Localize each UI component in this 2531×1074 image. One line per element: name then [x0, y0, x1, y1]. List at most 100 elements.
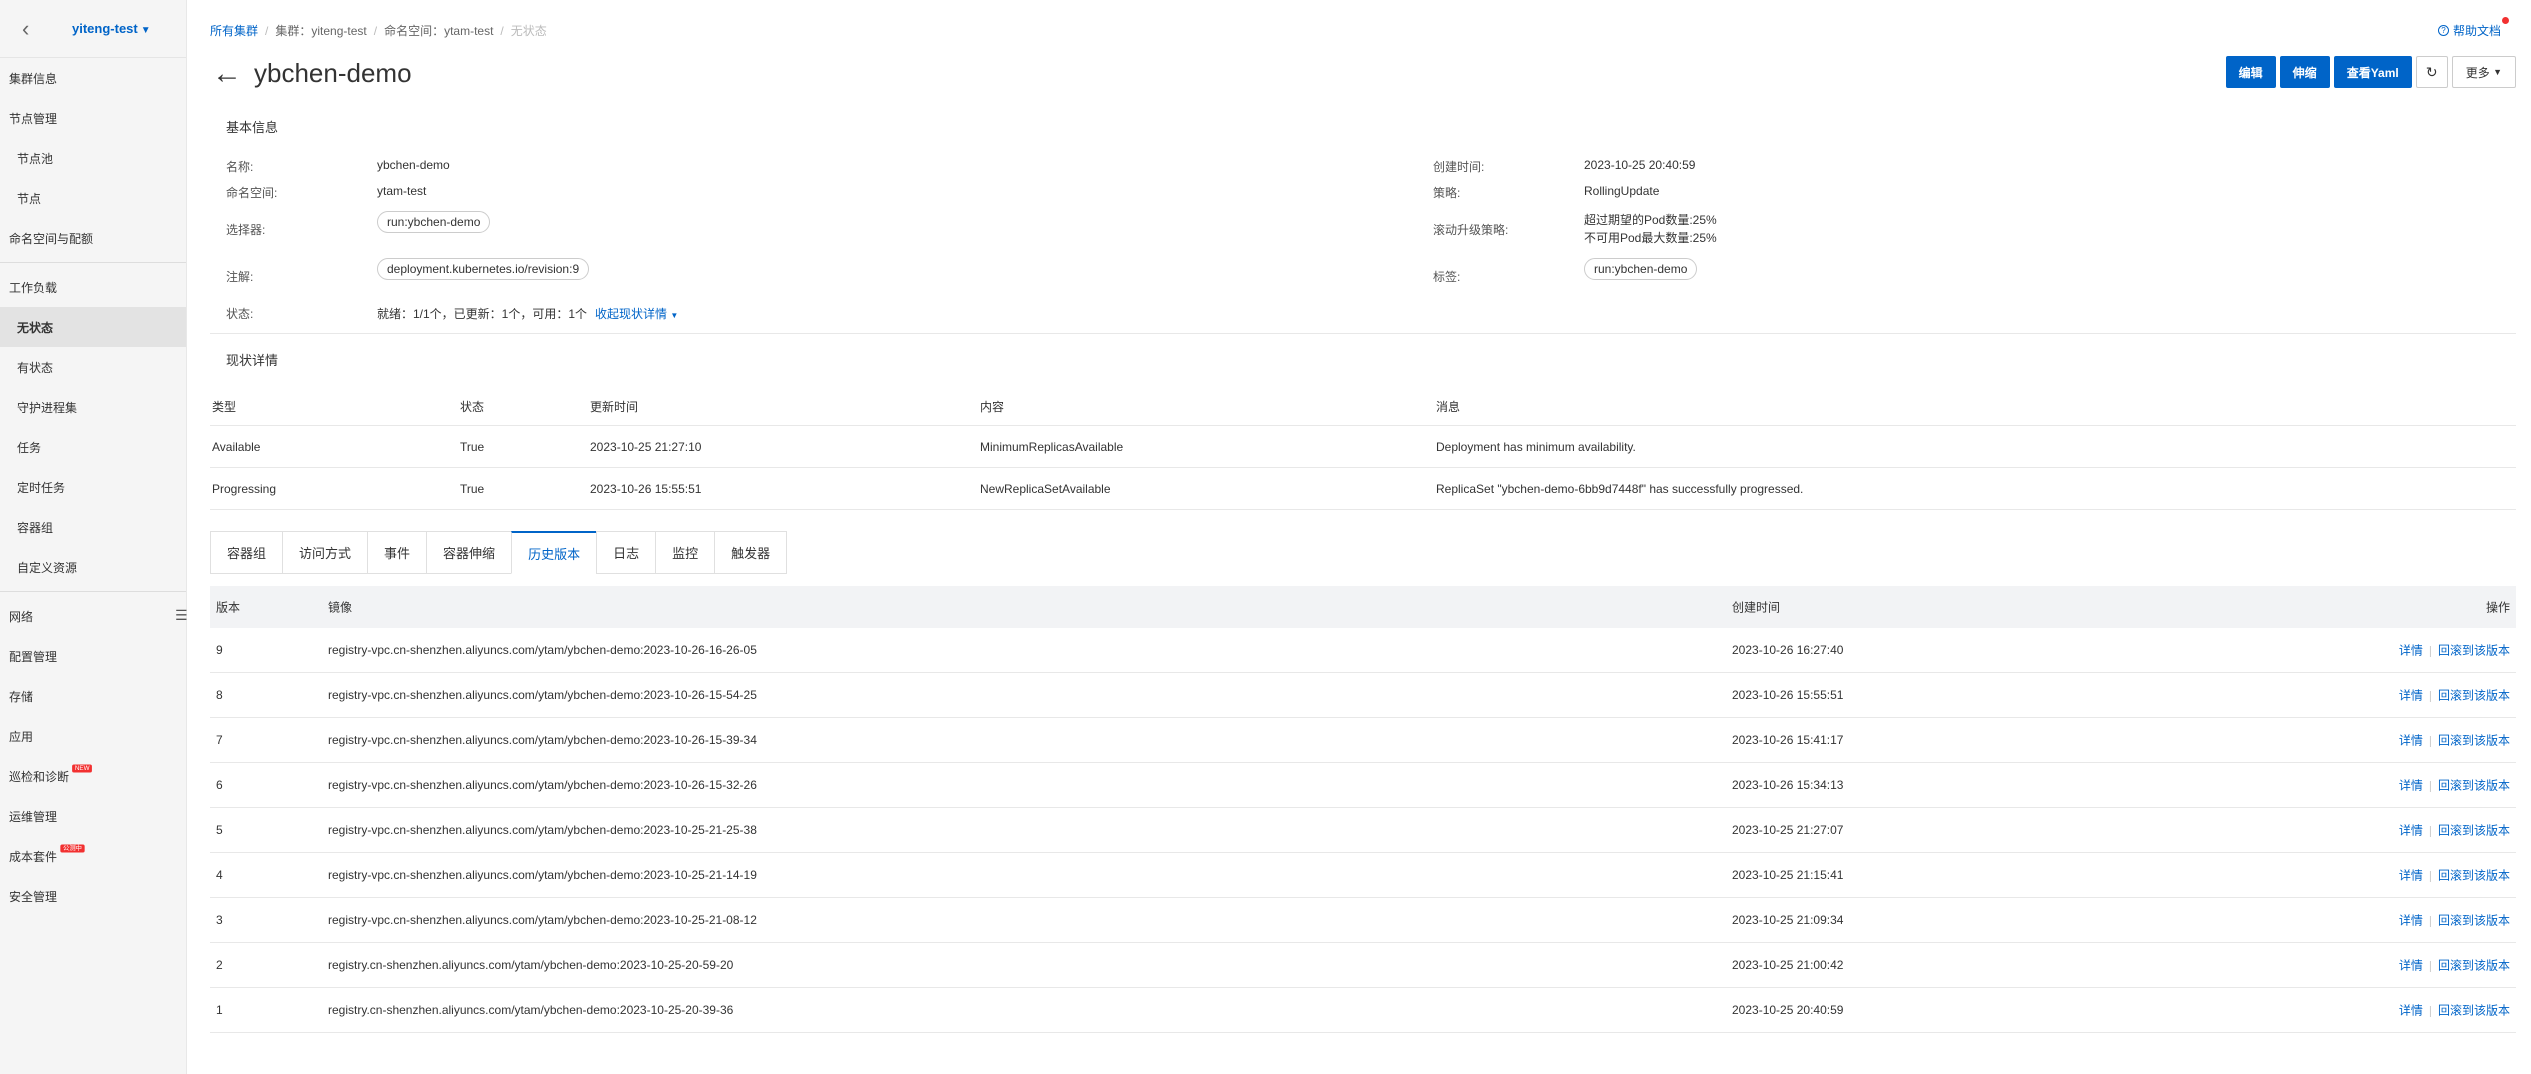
rollback-link[interactable]: 回滚到该版本 — [2438, 824, 2510, 838]
sidebar-item-label: 运维管理 — [9, 809, 58, 824]
sidebar-item[interactable]: 节点池 — [0, 138, 186, 178]
cluster-switcher[interactable]: yiteng-test ▼ — [72, 21, 151, 36]
help-doc-link[interactable]: ? 帮助文档 — [2437, 17, 2509, 39]
separator: | — [2428, 1003, 2432, 1018]
sidebar-item[interactable]: 网络 — [0, 596, 186, 636]
rollback-link[interactable]: 回滚到该版本 — [2438, 959, 2510, 973]
help-icon: ? — [2437, 25, 2449, 36]
rollback-link[interactable]: 回滚到该版本 — [2438, 779, 2510, 793]
refresh-icon[interactable]: ↻ — [2415, 56, 2448, 88]
sidebar-item[interactable]: 安全管理 — [0, 876, 186, 916]
name-value: ybchen-demo — [377, 158, 450, 172]
table-cell: 2023-10-25 21:09:34 — [1732, 913, 1844, 927]
sidebar-item[interactable]: 容器组 — [0, 507, 186, 547]
collapse-status-detail-link[interactable]: 收起现状详情 ▼ — [595, 307, 678, 321]
sidebar-item[interactable]: 节点 — [0, 178, 186, 218]
annotation-label: 注解: — [226, 270, 254, 284]
help-label: 帮助文档 — [2452, 24, 2501, 38]
breadcrumb-cluster[interactable]: 集群：yiteng-test — [275, 24, 366, 38]
sidebar-item[interactable]: 守护进程集 — [0, 387, 186, 427]
table-cell: True — [460, 481, 485, 496]
caret-down-icon: ▼ — [670, 311, 679, 320]
scale-button[interactable]: 伸缩 — [2279, 56, 2330, 88]
back-arrow-icon[interactable]: ← — [212, 58, 242, 89]
tab[interactable]: 触发器 — [714, 531, 788, 574]
sidebar-item[interactable]: 成本套件 公测中 — [0, 836, 186, 876]
rollback-link[interactable]: 回滚到该版本 — [2438, 734, 2510, 748]
detail-link[interactable]: 详情 — [2399, 689, 2423, 703]
table-cell: registry-vpc.cn-shenzhen.aliyuncs.com/yt… — [328, 823, 757, 837]
sidebar-item[interactable]: 存储 — [0, 676, 186, 716]
detail-link[interactable]: 详情 — [2399, 914, 2423, 928]
table-cell: 5 — [216, 823, 223, 837]
table-cell: MinimumReplicasAvailable — [980, 439, 1124, 454]
sidebar-item[interactable]: 有状态 — [0, 347, 186, 387]
sidebar-item[interactable]: 运维管理 — [0, 796, 186, 836]
detail-link[interactable]: 详情 — [2399, 959, 2423, 973]
sidebar-item[interactable]: 节点管理 — [0, 98, 186, 138]
sidebar-item[interactable]: 无状态 — [0, 307, 186, 347]
more-button[interactable]: 更多 ▼ — [2451, 56, 2516, 88]
sidebar-item-label: 配置管理 — [9, 649, 58, 664]
sidebar-item-label: 成本套件 — [9, 849, 58, 864]
tab[interactable]: 容器组 — [210, 531, 283, 574]
rollback-link[interactable]: 回滚到该版本 — [2438, 644, 2510, 658]
tab[interactable]: 容器伸缩 — [426, 531, 512, 574]
detail-link[interactable]: 详情 — [2399, 869, 2423, 883]
caret-down-icon: ▼ — [2493, 67, 2502, 77]
detail-link[interactable]: 详情 — [2399, 644, 2423, 658]
table-cell: registry-vpc.cn-shenzhen.aliyuncs.com/yt… — [328, 643, 757, 657]
table-cell: 2023-10-26 15:41:17 — [1732, 733, 1844, 747]
tab[interactable]: 历史版本 — [511, 531, 597, 574]
collapse-sidebar-icon[interactable]: ☰ — [175, 607, 188, 624]
tab-bar: 容器组 访问方式 事件 容器伸缩 历史版本 日志 监控 触发器 — [210, 531, 788, 574]
sidebar-item-label: 存储 — [9, 689, 34, 704]
sidebar-item[interactable]: 任务 — [0, 427, 186, 467]
detail-link[interactable]: 详情 — [2399, 734, 2423, 748]
view-yaml-button[interactable]: 查看Yaml — [2333, 56, 2412, 88]
history-header-row: 版本 镜像 创建时间 操作 — [210, 586, 2516, 628]
sidebar-item[interactable]: 工作负载 — [0, 267, 186, 307]
breadcrumb-namespace[interactable]: 命名空间：ytam-test — [384, 24, 493, 38]
status-label: 状态: — [226, 307, 254, 321]
main-content: 所有集群 / 集群：yiteng-test / 命名空间：ytam-test / 无状态 ?… — [188, 0, 2531, 1074]
back-icon[interactable]: ‹ — [22, 17, 46, 40]
table-row: 5 registry-vpc.cn-shenzhen.aliyuncs.com/y… — [210, 808, 2516, 853]
table-row: 1 registry.cn-shenzhen.aliyuncs.com/ytam/… — [210, 988, 2516, 1033]
annotation-tag: deployment.kubernetes.io/revision:9 — [377, 258, 590, 280]
tab[interactable]: 监控 — [655, 531, 715, 574]
sidebar-item[interactable]: 自定义资源 — [0, 547, 186, 587]
row-actions: 详情 | 回滚到该版本 — [2399, 1002, 2510, 1019]
sidebar-item[interactable]: 配置管理 — [0, 636, 186, 676]
conditions-table: 类型 状态 更新时间 内容 消息 Available True 2023-10-25 21:2… — [210, 388, 2516, 510]
edit-button[interactable]: 编辑 — [2225, 56, 2276, 88]
history-table: 版本 镜像 创建时间 操作 9 registry-vpc.cn-shenzhen.aliy… — [210, 586, 2516, 1033]
table-cell: Available — [212, 439, 261, 454]
sidebar-item[interactable]: 命名空间与配额 — [0, 218, 186, 258]
rollback-link[interactable]: 回滚到该版本 — [2438, 689, 2510, 703]
rollback-link[interactable]: 回滚到该版本 — [2438, 914, 2510, 928]
conditions-row: Progressing True 2023-10-26 15:55:51 NewRep… — [210, 468, 2516, 510]
sidebar-item[interactable]: 集群信息 — [0, 58, 186, 98]
sidebar-item[interactable]: 定时任务 — [0, 467, 186, 507]
rolling-update-label: 滚动升级策略: — [1433, 223, 1509, 237]
sidebar-item[interactable]: 应用 — [0, 716, 186, 756]
table-cell: registry-vpc.cn-shenzhen.aliyuncs.com/yt… — [328, 913, 757, 927]
rollback-link[interactable]: 回滚到该版本 — [2438, 1004, 2510, 1018]
breadcrumb-all-clusters[interactable]: 所有集群 — [210, 24, 258, 38]
sidebar-item[interactable]: 巡检和诊断 NEW — [0, 756, 186, 796]
detail-link[interactable]: 详情 — [2399, 1004, 2423, 1018]
detail-link[interactable]: 详情 — [2399, 779, 2423, 793]
rollback-link[interactable]: 回滚到该版本 — [2438, 869, 2510, 883]
created-value: 2023-10-25 20:40:59 — [1584, 158, 1696, 172]
tab[interactable]: 事件 — [367, 531, 427, 574]
tab[interactable]: 访问方式 — [282, 531, 368, 574]
column-header: 版本 — [216, 600, 241, 615]
sidebar-item-label: 节点管理 — [9, 111, 58, 126]
separator: | — [2428, 643, 2432, 658]
tab[interactable]: 日志 — [596, 531, 656, 574]
column-header: 操作 — [2485, 600, 2510, 615]
table-cell: 2023-10-26 15:34:13 — [1732, 778, 1844, 792]
detail-link[interactable]: 详情 — [2399, 824, 2423, 838]
row-actions: 详情 | 回滚到该版本 — [2399, 732, 2510, 749]
